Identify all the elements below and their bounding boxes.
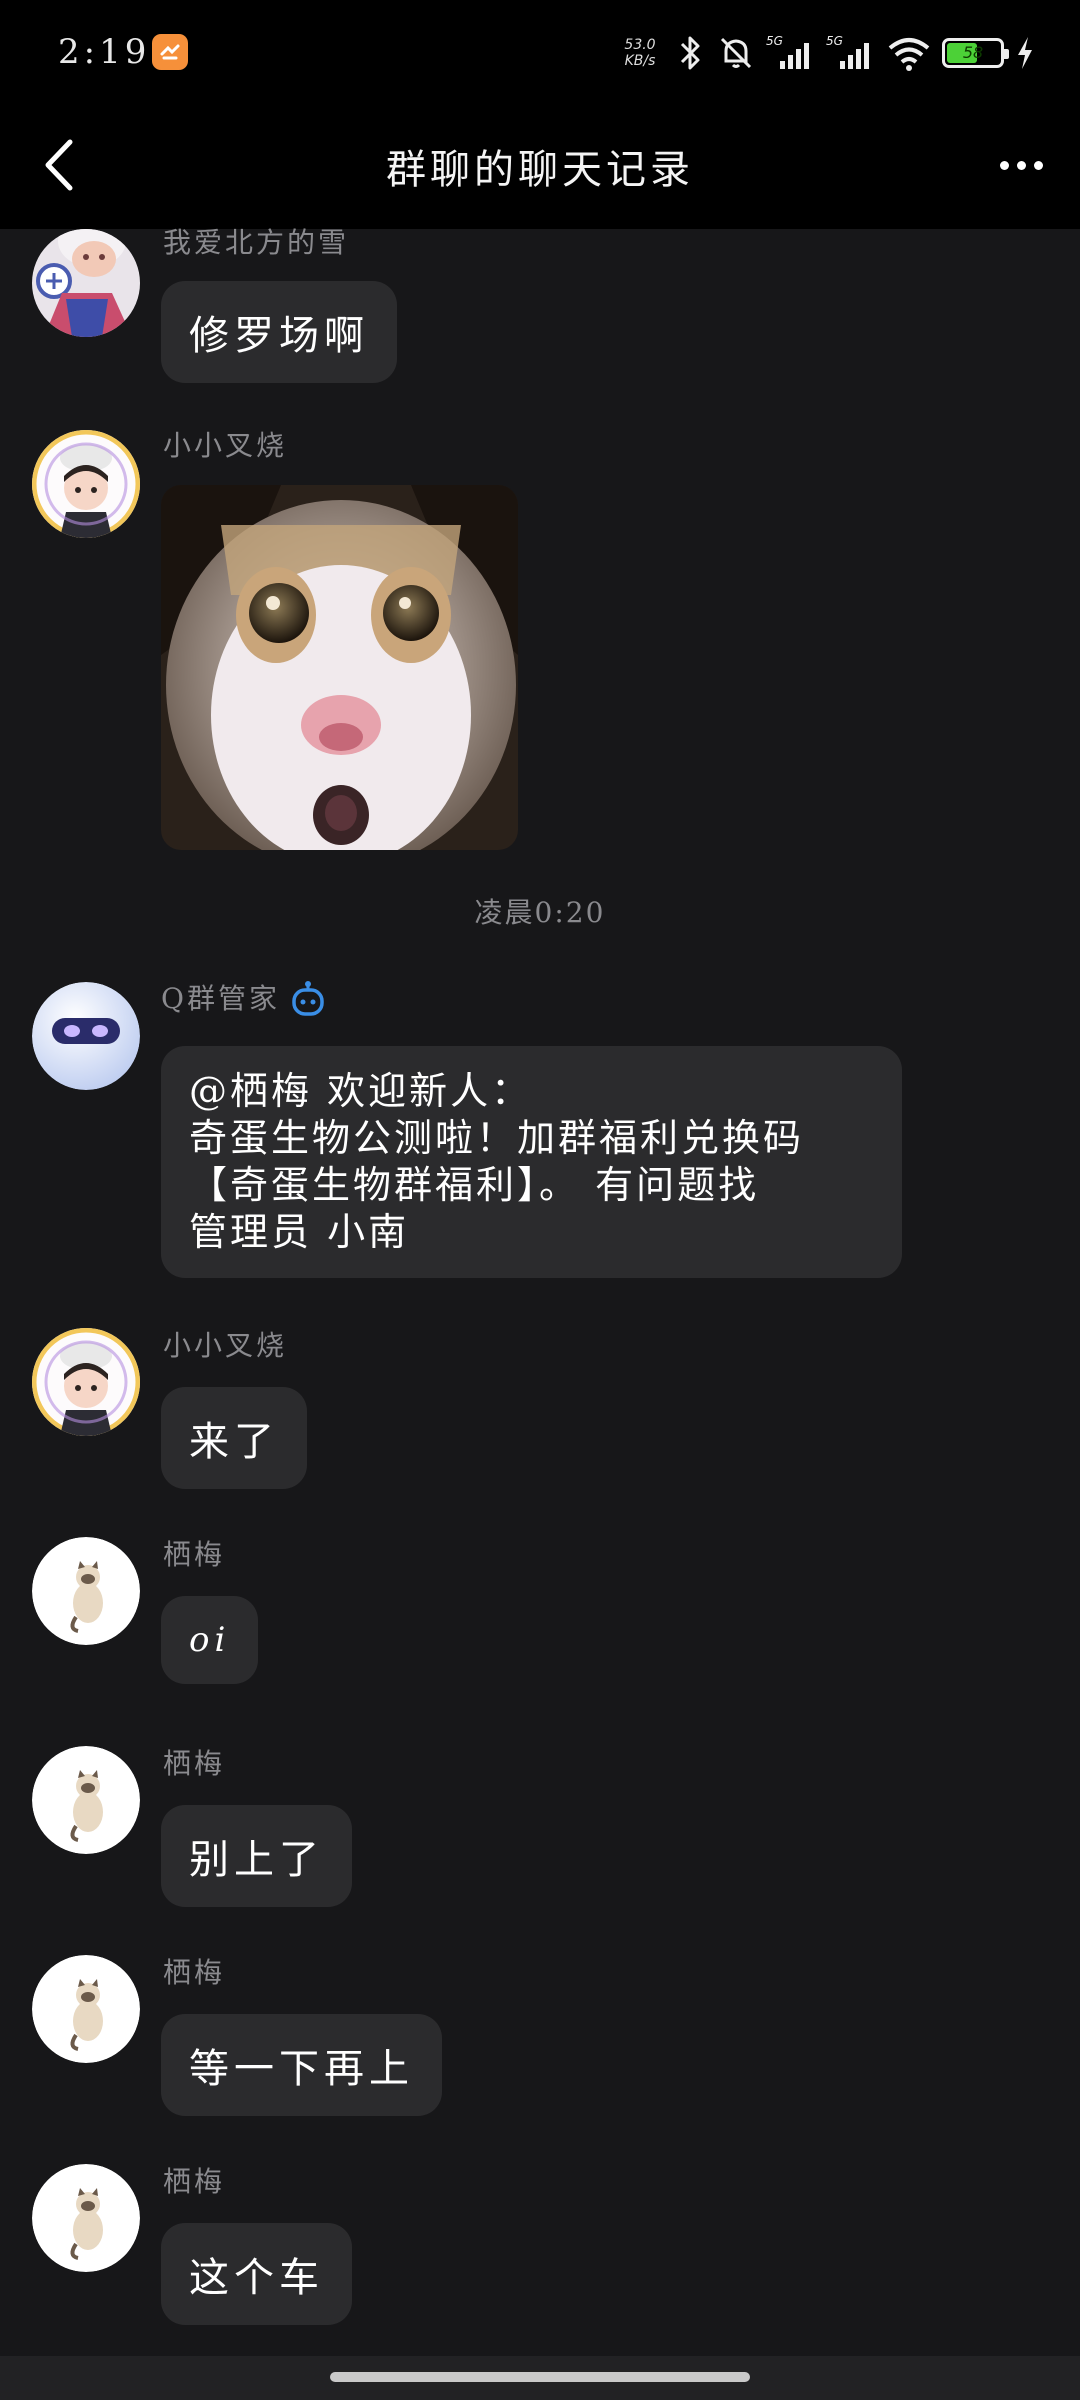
svg-text:5G: 5G [766,34,783,48]
mute-icon [720,37,752,69]
status-icons: 53.0 KB/s 5G 5G 58 [616,28,1036,78]
bluetooth-icon [680,36,700,70]
message-line: 管理员 小南 [189,1210,410,1254]
sender-name-text: Q群管家 [161,982,280,1015]
message-bubble[interactable]: 等一下再上 [161,2014,442,2116]
avatar[interactable] [32,1746,140,1854]
message-bubble[interactable]: 别上了 [161,1805,352,1907]
home-indicator[interactable] [330,2372,750,2382]
avatar[interactable] [32,1537,140,1645]
avatar[interactable] [32,1328,140,1436]
robot-icon [292,981,324,1016]
sender-name: 我爱北方的雪 [163,226,350,259]
message-line: @栖梅 欢迎新人： [189,1069,533,1113]
cat-meme-image[interactable] [161,485,518,850]
message-line: 奇蛋生物公测啦！加群福利兑换码 [189,1116,805,1160]
battery-cap [1004,49,1009,59]
battery-level: 58 [962,43,984,62]
avatar[interactable] [32,2164,140,2272]
message-bubble[interactable]: 来了 [161,1387,307,1489]
more-icon [1016,160,1026,170]
net-speed-unit: KB/s [624,53,656,69]
more-icon [999,160,1009,170]
sender-name: 栖梅 [163,1538,226,1571]
sender-name: Q群管家 [161,977,280,1017]
svg-text:5G: 5G [826,34,843,48]
sender-name: 栖梅 [163,1956,226,1989]
message-bubble[interactable]: 这个车 [161,2223,352,2325]
timestamp: 凌晨0:20 [474,896,606,929]
avatar[interactable] [32,982,140,1090]
sender-name: 小小叉烧 [163,429,288,462]
message-bubble[interactable]: oi [161,1596,259,1684]
net-speed-value: 53.0 [624,37,656,53]
charging-icon [1018,37,1032,69]
sender-name: 栖梅 [163,1747,226,1780]
app-badge-icon [152,34,188,70]
net-speed: 53.0 KB/s [616,37,664,69]
message-bubble[interactable]: @栖梅 欢迎新人： 奇蛋生物公测啦！加群福利兑换码 【奇蛋生物群福利】。 有问题… [161,1046,902,1278]
sender-name: 栖梅 [163,2165,226,2198]
message-bubble[interactable]: 修罗场啊 [161,281,397,383]
signal-5g-icon: 5G [826,34,869,69]
battery-icon: 58 [942,38,1009,68]
chat-header: 群聊的聊天记录 [0,105,1080,229]
avatar[interactable] [32,430,140,538]
signal-5g-icon: 5G [766,34,809,69]
status-bar: 2:19 53.0 KB/s 5G 5G 58 [0,0,1080,105]
message-line: 【奇蛋生物群福利】。 有问题找 [189,1163,760,1207]
sender-name: 小小叉烧 [163,1329,288,1362]
more-button[interactable] [986,135,1056,195]
page-title: 群聊的聊天记录 [386,147,694,193]
wifi-icon [888,38,930,71]
avatar[interactable] [32,1955,140,2063]
avatar[interactable] [32,229,140,337]
status-time: 2:19 [58,32,151,72]
more-icon [1033,160,1043,170]
